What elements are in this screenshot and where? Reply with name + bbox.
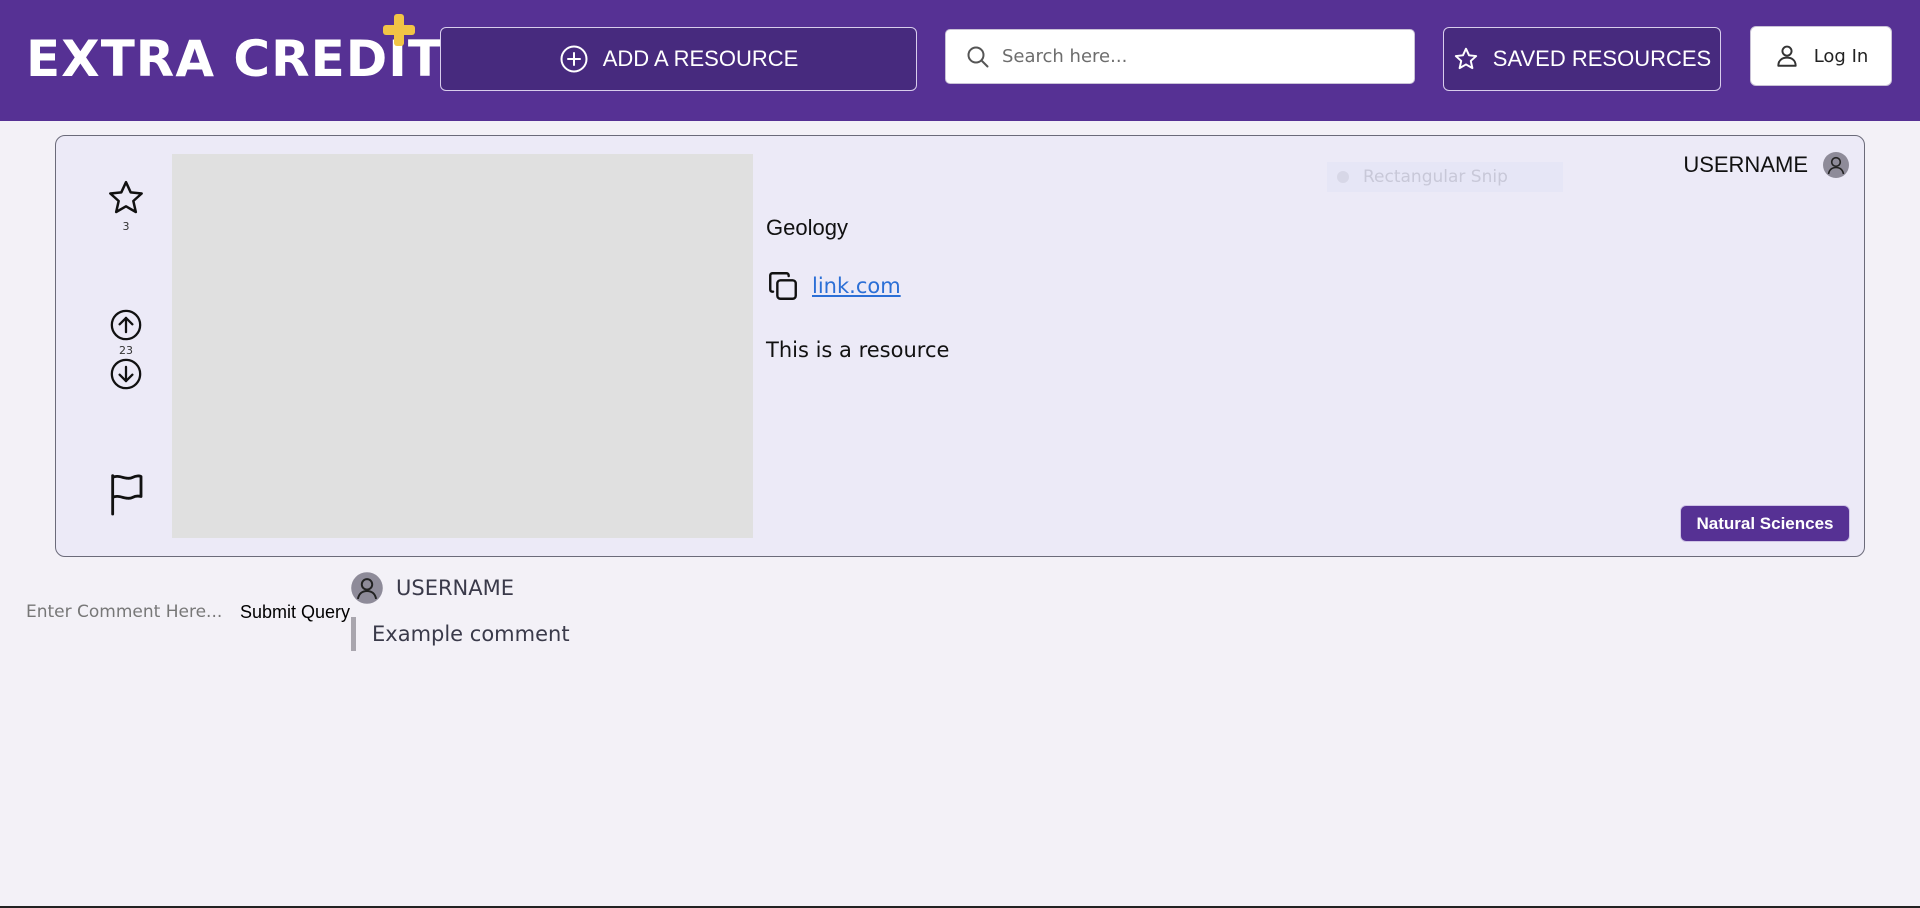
login-label: Log In (1813, 45, 1869, 67)
snip-tool-overlay: Rectangular Snip (1327, 162, 1563, 192)
search-icon (967, 46, 989, 67)
submit-comment-button[interactable]: Submit Query (240, 600, 350, 624)
saved-resources-label: SAVED RESOURCES (1492, 46, 1712, 71)
snip-icon (1337, 171, 1349, 183)
report-flag (96, 472, 156, 520)
arrow-down-circle-icon[interactable] (109, 357, 143, 391)
resource-description: This is a resource (766, 338, 950, 362)
search-box[interactable] (945, 29, 1415, 84)
star-icon (1454, 47, 1477, 70)
vote-count: 23 (119, 344, 133, 357)
add-resource-label: ADD A RESOURCE (602, 46, 799, 71)
category-tag[interactable]: Natural Sciences (1680, 505, 1850, 542)
arrow-up-circle-icon[interactable] (109, 308, 143, 342)
flag-icon[interactable] (106, 472, 146, 516)
copy-icon[interactable] (766, 269, 800, 303)
login-button[interactable]: Log In (1750, 26, 1892, 86)
comment-input[interactable] (26, 599, 226, 625)
add-resource-button[interactable]: ADD A RESOURCE (440, 27, 917, 91)
resource-image (172, 154, 753, 538)
resource-link[interactable]: link.com (812, 274, 901, 298)
resource-actions: 3 23 (96, 136, 156, 556)
saved-resources-button[interactable]: SAVED RESOURCES (1443, 27, 1721, 91)
plus-circle-icon (560, 45, 588, 73)
author-username: USERNAME (1683, 152, 1808, 177)
comment-username: USERNAME (396, 576, 515, 600)
star-icon[interactable] (106, 178, 146, 218)
star-count: 3 (122, 220, 130, 233)
save-star: 3 (96, 178, 156, 233)
resource-category: Geology (766, 215, 848, 240)
user-icon (1777, 45, 1797, 67)
comment-text: Example comment (351, 617, 570, 651)
avatar-icon (351, 572, 383, 604)
header-bar: EXTRA CREDIT ADD A RESOURCE SAVED RESOUR… (0, 0, 1920, 121)
snip-overlay-label: Rectangular Snip (1363, 167, 1508, 187)
comment-author: USERNAME (350, 571, 514, 605)
resource-card: 3 23 Rectangular Snip USERNAME Geology l… (55, 135, 1865, 557)
logo-plus-icon (383, 14, 415, 46)
search-input[interactable] (1002, 46, 1382, 67)
avatar-icon (1823, 152, 1849, 178)
resource-author[interactable]: USERNAME (1683, 151, 1850, 179)
logo[interactable]: EXTRA CREDIT (26, 28, 443, 90)
vote-controls: 23 (96, 308, 156, 395)
resource-link-row: link.com (766, 269, 901, 303)
